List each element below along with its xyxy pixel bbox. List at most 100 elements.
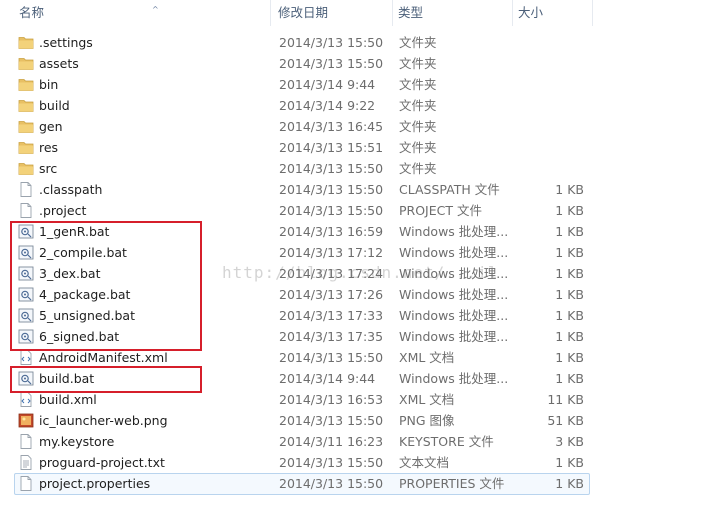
column-header-bar: 名称 ^ 修改日期 类型 大小 [0,0,717,26]
file-name: src [39,161,58,176]
file-modified-date: 2014/3/13 16:45 [279,119,384,134]
folder-icon [18,35,34,50]
file-row[interactable]: .settings 2014/3/13 15:50 文件夹 [0,32,717,53]
file-type: 文件夹 [399,98,437,113]
file-icon [18,203,34,218]
file-row[interactable]: src 2014/3/13 15:50 文件夹 [0,158,717,179]
file-icon [18,476,34,491]
column-header-name-label: 名称 [19,5,45,20]
file-type: KEYSTORE 文件 [399,434,494,449]
file-name: proguard-project.txt [39,455,165,470]
file-type: PROPERTIES 文件 [399,476,505,491]
file-name: my.keystore [39,434,115,449]
xml-file-icon [18,350,34,365]
file-name: .project [39,203,87,218]
file-size: 1 KB [555,329,584,344]
column-header-type-label: 类型 [398,5,424,20]
file-type: 文件夹 [399,35,437,50]
highlight-box-build-script [10,366,202,393]
file-modified-date: 2014/3/13 15:50 [279,56,384,71]
column-header-date[interactable]: 修改日期 [273,0,393,26]
file-type: Windows 批处理... [399,245,509,260]
file-type: 文件夹 [399,77,437,92]
file-modified-date: 2014/3/13 15:50 [279,35,384,50]
file-modified-date: 2014/3/13 15:50 [279,350,384,365]
sort-ascending-icon: ^ [152,5,159,14]
file-row[interactable]: gen 2014/3/13 16:45 文件夹 [0,116,717,137]
file-row[interactable]: assets 2014/3/13 15:50 文件夹 [0,53,717,74]
folder-icon [18,98,34,113]
file-size: 1 KB [555,476,584,491]
file-name: build [39,98,70,113]
file-name: ic_launcher-web.png [39,413,168,428]
file-row[interactable]: bin 2014/3/14 9:44 文件夹 [0,74,717,95]
file-size: 1 KB [555,350,584,365]
file-type: 文件夹 [399,140,437,155]
folder-icon [18,140,34,155]
folder-icon [18,77,34,92]
file-modified-date: 2014/3/13 15:50 [279,182,384,197]
folder-icon [18,56,34,71]
file-icon [18,434,34,449]
file-modified-date: 2014/3/14 9:44 [279,77,376,92]
file-type: Windows 批处理... [399,224,509,239]
folder-icon [18,161,34,176]
file-icon [18,182,34,197]
file-type: 文件夹 [399,56,437,71]
file-type: PNG 图像 [399,413,455,428]
file-size: 1 KB [555,455,584,470]
file-size: 51 KB [547,413,584,428]
file-modified-date: 2014/3/14 9:44 [279,371,376,386]
file-row[interactable]: project.properties 2014/3/13 15:50 PROPERT… [0,473,717,495]
file-modified-date: 2014/3/13 15:50 [279,161,384,176]
file-modified-date: 2014/3/14 9:22 [279,98,376,113]
file-row[interactable]: my.keystore 2014/3/11 16:23 KEYSTORE 文件 3 K… [0,431,717,452]
column-header-size[interactable]: 大小 [513,0,593,26]
file-type: Windows 批处理... [399,308,509,323]
file-row[interactable]: res 2014/3/13 15:51 文件夹 [0,137,717,158]
column-header-name[interactable]: 名称 ^ [14,0,271,26]
file-size: 11 KB [547,392,584,407]
file-name: gen [39,119,63,134]
file-size: 1 KB [555,245,584,260]
file-modified-date: 2014/3/13 15:51 [279,140,384,155]
watermark-text: http://blog.csdn.net/...il [222,263,499,282]
file-name: res [39,140,59,155]
file-type: CLASSPATH 文件 [399,182,500,197]
file-size: 1 KB [555,224,584,239]
xml-file-icon [18,392,34,407]
file-name: project.properties [39,476,151,491]
file-name: assets [39,56,79,71]
file-size: 3 KB [555,434,584,449]
file-modified-date: 2014/3/13 15:50 [279,476,384,491]
file-modified-date: 2014/3/13 17:35 [279,329,384,344]
text-file-icon [18,455,34,470]
column-header-date-label: 修改日期 [278,5,329,20]
file-size: 1 KB [555,287,584,302]
file-type: XML 文档 [399,350,455,365]
file-type: 文件夹 [399,161,437,176]
file-row[interactable]: .classpath 2014/3/13 15:50 CLASSPATH 文件 1 K… [0,179,717,200]
file-type: Windows 批处理... [399,287,509,302]
file-modified-date: 2014/3/13 15:50 [279,203,384,218]
file-row[interactable]: ic_launcher-web.png 2014/3/13 15:50 PNG 图像… [0,410,717,431]
file-row[interactable]: build 2014/3/14 9:22 文件夹 [0,95,717,116]
file-name: bin [39,77,59,92]
file-type: XML 文档 [399,392,455,407]
file-row[interactable]: .project 2014/3/13 15:50 PROJECT 文件 1 KB [0,200,717,221]
file-name: .settings [39,35,93,50]
file-modified-date: 2014/3/13 15:50 [279,455,384,470]
file-modified-date: 2014/3/13 16:59 [279,224,384,239]
image-file-icon [18,413,34,428]
highlight-box-step-scripts [10,221,202,351]
file-name: .classpath [39,182,103,197]
file-modified-date: 2014/3/13 15:50 [279,413,384,428]
file-type: 文本文档 [399,455,450,470]
file-size: 1 KB [555,182,584,197]
file-type: 文件夹 [399,119,437,134]
file-size: 1 KB [555,371,584,386]
file-row[interactable]: proguard-project.txt 2014/3/13 15:50 文本文档 1… [0,452,717,473]
file-modified-date: 2014/3/13 17:33 [279,308,384,323]
file-type: Windows 批处理... [399,329,509,344]
column-header-type[interactable]: 类型 [393,0,513,26]
